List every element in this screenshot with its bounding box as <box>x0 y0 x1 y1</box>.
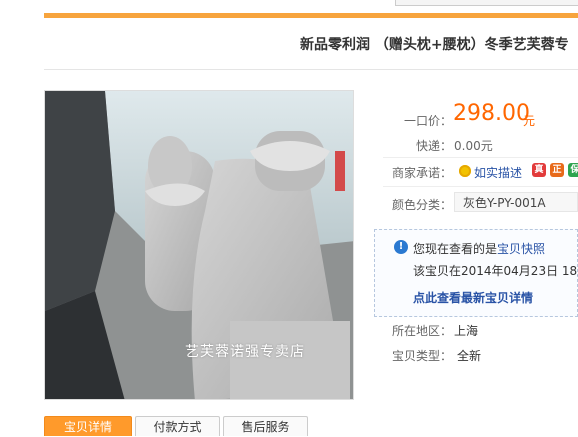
snapshot-link[interactable]: 宝贝快照 <box>497 242 545 256</box>
view-latest-link[interactable]: 点此查看最新宝贝详情 <box>413 289 533 306</box>
tab-details[interactable]: 宝贝详情 <box>44 416 132 436</box>
shipping-label: 快递： <box>416 139 453 153</box>
promise-link[interactable]: 如实描述 <box>474 164 522 181</box>
product-image[interactable]: 艺芙蓉诺强专卖店 <box>44 90 354 400</box>
genuine-badge-icon[interactable]: 正 <box>550 163 564 177</box>
shipping-value: 0.00元 <box>454 139 493 153</box>
divider <box>383 186 578 187</box>
authentic-badge-icon[interactable]: 真 <box>532 163 546 177</box>
notice-line2: 该宝贝在2014年04月23日 18点 <box>413 264 578 278</box>
price-unit: 元 <box>523 114 536 128</box>
guarantee-badge-icon[interactable]: 保 <box>568 163 578 177</box>
notice-prefix: 您现在查看的是 <box>413 242 498 256</box>
color-option-selected[interactable]: 灰色Y-PY-001A <box>454 192 578 212</box>
color-label: 颜色分类： <box>392 198 453 212</box>
item-type-label: 宝贝类型： <box>392 349 453 363</box>
divider <box>383 157 578 158</box>
price-label: 一口价： <box>404 114 453 128</box>
product-title: 新品零利润 （赠头枕+腰枕）冬季艺芙蓉专 <box>300 37 569 53</box>
divider <box>44 69 578 70</box>
tab-payment[interactable]: 付款方式 <box>135 416 220 436</box>
top-accent-bar <box>44 13 578 18</box>
promise-label: 商家承诺： <box>392 166 453 180</box>
notice-line1: 您现在查看的是宝贝快照 <box>413 240 545 257</box>
top-search-bar[interactable] <box>395 0 578 6</box>
price-value: 298.00 <box>453 101 530 126</box>
region-value: 上海 <box>454 324 479 338</box>
info-icon: ! <box>394 240 408 254</box>
shop-watermark: 艺芙蓉诺强专卖店 <box>185 344 305 360</box>
tab-after-sales[interactable]: 售后服务 <box>223 416 308 436</box>
region-label: 所在地区： <box>392 324 453 338</box>
item-type-value: 全新 <box>457 349 482 363</box>
coin-icon <box>459 165 471 177</box>
